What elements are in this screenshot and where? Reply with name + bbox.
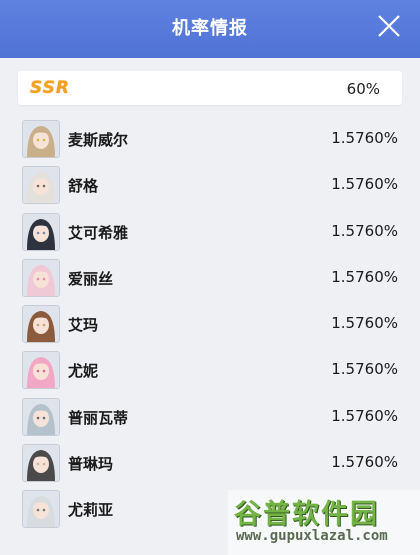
character-name: 舒格: [68, 177, 99, 196]
rarity-label: SSR: [30, 78, 70, 98]
character-rate: 1.5760%: [331, 267, 398, 286]
character-avatar: [22, 397, 60, 436]
close-button[interactable]: [376, 13, 402, 39]
character-row: 麦斯威尔 1.5760%: [0, 115, 420, 161]
character-row: 普琳玛 1.5760%: [0, 439, 420, 485]
character-avatar: [22, 490, 60, 529]
watermark-url: www.gupuxlazal.com: [236, 528, 388, 544]
character-rate: 1.5760%: [331, 175, 398, 194]
character-rate: 1.5760%: [331, 221, 398, 240]
character-row: 普丽瓦蒂 1.5760%: [0, 393, 420, 439]
character-avatar: [22, 212, 60, 251]
character-name: 爱丽丝: [68, 269, 114, 288]
character-row: 舒格 1.5760%: [0, 161, 420, 207]
character-avatar: [22, 444, 60, 483]
character-row: 尤妮 1.5760%: [0, 346, 420, 392]
character-name: 尤妮: [68, 362, 99, 381]
character-name: 普丽瓦蒂: [68, 408, 129, 427]
character-list: 麦斯威尔 1.5760% 舒格 1.5760% 艾可希雅 1.5760% 爱丽丝 1.5760…: [0, 115, 420, 555]
character-avatar: [22, 258, 60, 297]
character-name: 麦斯威尔: [68, 131, 129, 149]
header: 机率情报: [0, 0, 420, 58]
character-row: 爱丽丝 1.5760%: [0, 254, 420, 300]
character-rate: 1.5760%: [331, 406, 398, 425]
character-rate: 1.5760%: [331, 453, 398, 472]
watermark: 谷普软件园 www.gupuxlazal.com: [228, 490, 420, 555]
character-avatar: [22, 166, 60, 205]
character-row: 艾可希雅 1.5760%: [0, 208, 420, 254]
watermark-text: 谷普软件园: [234, 499, 379, 530]
character-avatar: [22, 305, 60, 344]
character-rate: 1.5760%: [331, 129, 398, 147]
rarity-row: SSR 60%: [18, 71, 402, 105]
character-name: 普琳玛: [68, 455, 114, 474]
character-rate: 1.5760%: [331, 314, 398, 333]
page-title: 机率情报: [172, 18, 248, 39]
character-name: 艾玛: [68, 316, 99, 335]
character-name: 尤莉亚: [68, 501, 114, 520]
character-avatar: [22, 120, 60, 158]
character-row: 艾玛 1.5760%: [0, 300, 420, 346]
close-icon: [378, 15, 400, 37]
character-name: 艾可希雅: [68, 223, 129, 242]
character-avatar: [22, 351, 60, 390]
rarity-rate: 60%: [346, 80, 380, 98]
character-rate: 1.5760%: [331, 360, 398, 379]
